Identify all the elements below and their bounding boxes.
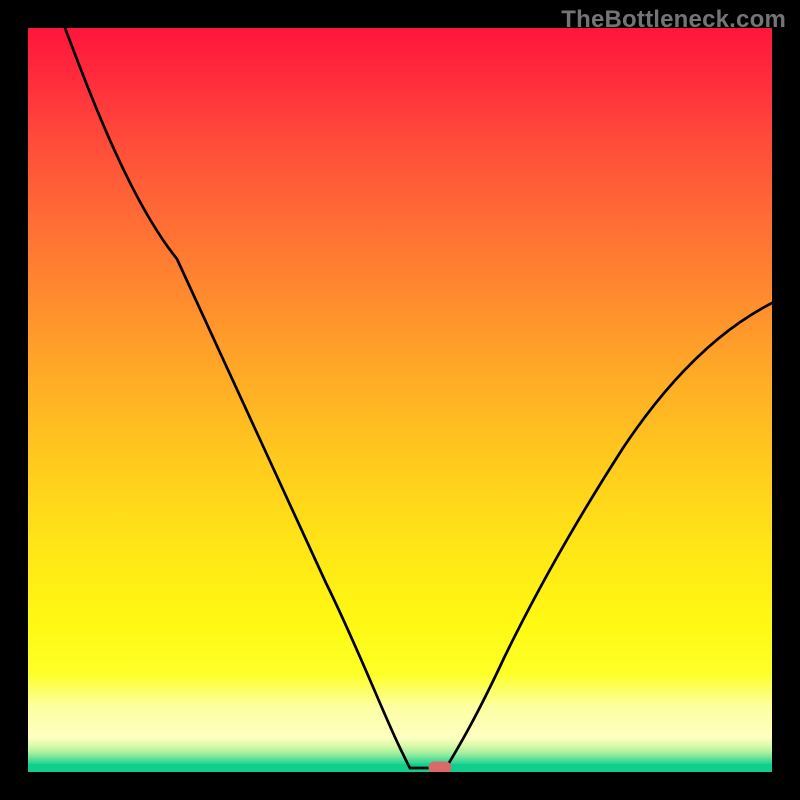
- bottleneck-curve-left: [65, 28, 410, 768]
- watermark-text: TheBottleneck.com: [561, 6, 786, 34]
- chart-frame: TheBottleneck.com: [0, 0, 800, 800]
- plot-area: [28, 28, 772, 772]
- optimum-marker: [429, 762, 451, 772]
- curve-svg: [28, 28, 772, 772]
- bottleneck-curve-right: [446, 303, 772, 768]
